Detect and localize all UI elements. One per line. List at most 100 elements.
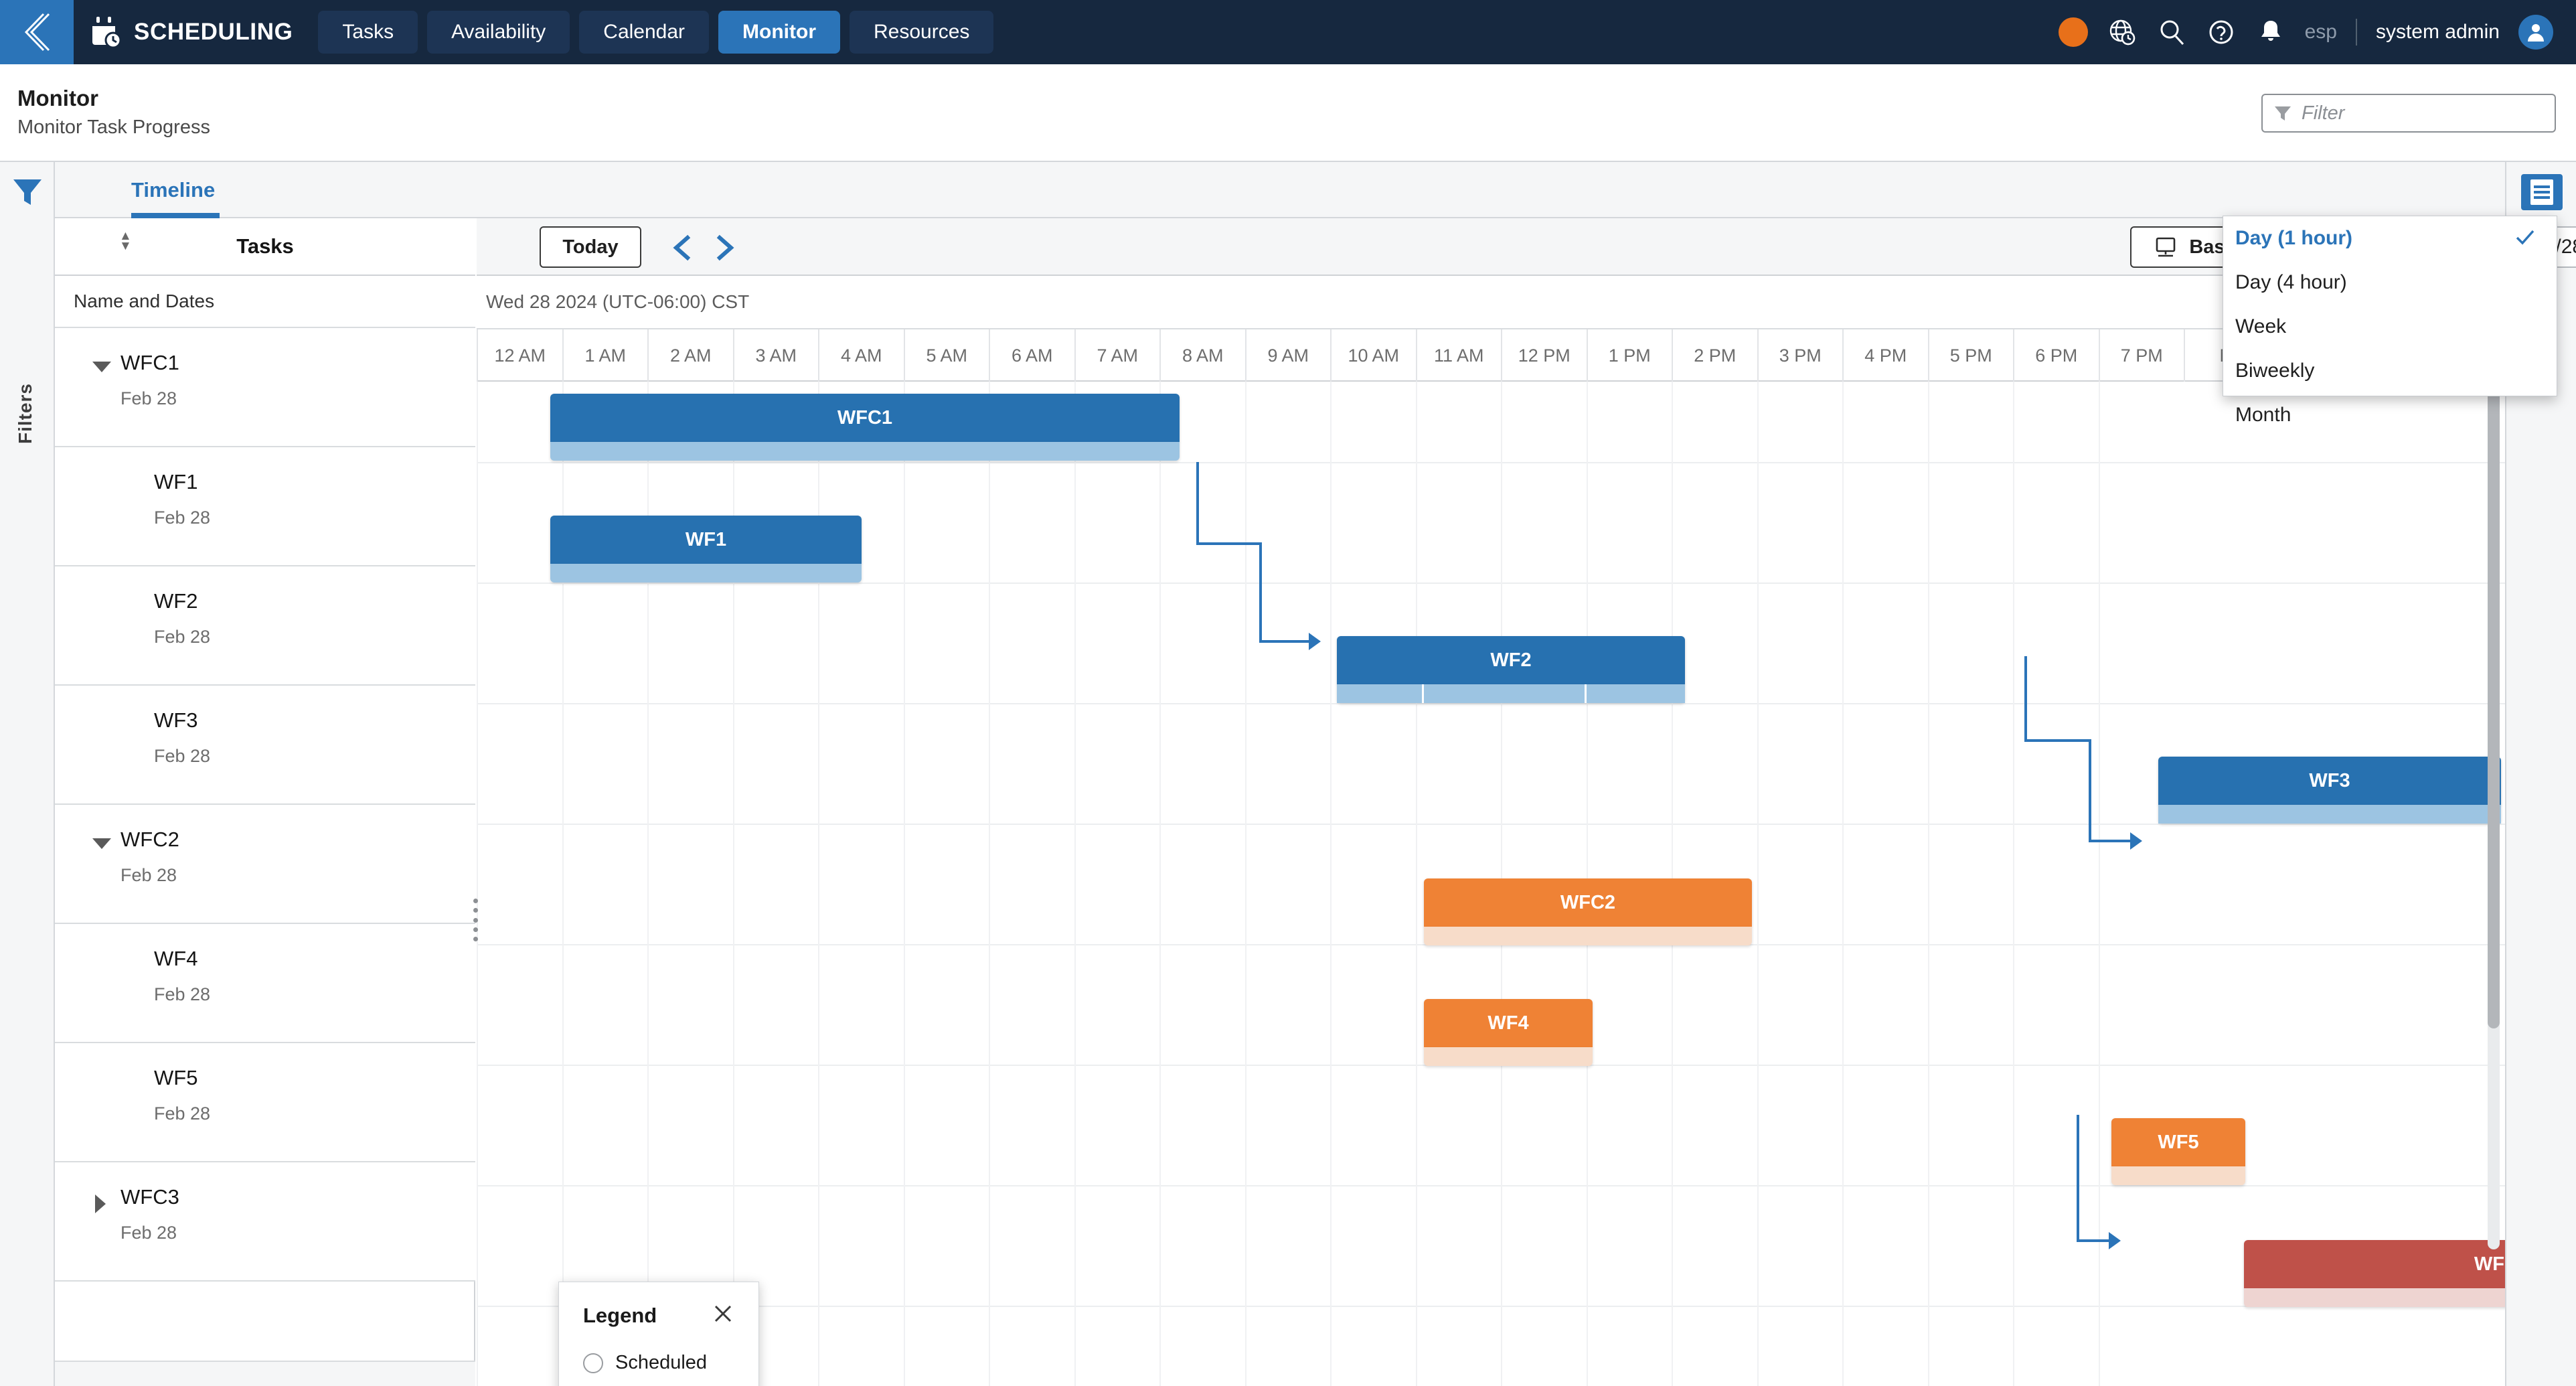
close-icon[interactable] — [712, 1302, 734, 1325]
filter-input[interactable]: Filter — [2261, 94, 2556, 133]
dependency-connector — [2024, 656, 2158, 857]
task-name: WFC3 — [120, 1185, 179, 1209]
nav-tab-resources[interactable]: Resources — [850, 11, 994, 54]
dropdown-option-day-1-hour[interactable]: Day (1 hour) — [2223, 216, 2557, 260]
panel-right-icon — [2530, 179, 2553, 205]
arrow-head-icon — [2130, 832, 2142, 850]
gantt-bar-wf2[interactable]: WF2 — [1337, 636, 1685, 684]
table-row[interactable]: WF1 Feb 28 — [55, 447, 475, 566]
dropdown-option-day-4-hour[interactable]: Day (4 hour) — [2223, 260, 2557, 305]
legend-swatch — [583, 1353, 603, 1373]
chevron-down-icon[interactable] — [92, 838, 111, 849]
help-icon[interactable] — [2206, 17, 2237, 48]
table-row[interactable]: WF4 Feb 28 — [55, 924, 475, 1043]
gantt-bar-label: WF4 — [1487, 1012, 1529, 1034]
timeline-vertical-scrollbar[interactable] — [2488, 386, 2500, 1249]
dropdown-option-label: Week — [2235, 315, 2287, 337]
top-navigation-bar: SCHEDULING Tasks Availability Calendar M… — [0, 0, 2576, 64]
nav-tab-monitor[interactable]: Monitor — [718, 11, 840, 54]
chevron-left-icon — [24, 13, 50, 52]
table-row[interactable]: WFC3 Feb 28 — [55, 1162, 475, 1282]
table-row[interactable]: WF3 Feb 28 — [55, 686, 475, 805]
table-row[interactable]: WF2 Feb 28 — [55, 566, 475, 686]
dropdown-option-week[interactable]: Week — [2223, 305, 2557, 349]
avatar[interactable] — [2518, 15, 2553, 50]
language-selector[interactable]: esp — [2305, 21, 2337, 44]
pane-resize-handle[interactable] — [470, 899, 481, 941]
gantt-bar-wfc3[interactable]: WFC3 — [2244, 1240, 2505, 1288]
row-separator — [477, 583, 2505, 584]
gantt-bar-wf4[interactable]: WF4 — [1424, 999, 1593, 1047]
sort-toggle[interactable]: ▲ ▼ — [119, 230, 132, 252]
today-button[interactable]: Today — [540, 226, 641, 268]
status-dot-icon[interactable] — [2058, 17, 2088, 47]
gantt-bar-wfc1[interactable]: WFC1 — [550, 394, 1180, 442]
timeline-toolbar: Today Baseline — [477, 218, 2576, 276]
task-name: WF4 — [154, 947, 198, 970]
task-name: WFC1 — [120, 351, 179, 374]
tab-timeline[interactable]: Timeline — [131, 162, 215, 218]
nav-right-cluster: esp system admin — [2058, 15, 2576, 50]
notification-bell-icon[interactable] — [2255, 17, 2286, 48]
gantt-bar-label: WF3 — [2309, 769, 2350, 791]
check-icon — [2516, 230, 2534, 245]
arrow-head-icon — [2109, 1232, 2121, 1249]
gantt-bar-wf1[interactable]: WF1 — [550, 516, 862, 564]
grid-line — [1927, 382, 1929, 1386]
prev-period-button[interactable] — [667, 232, 699, 264]
scrollbar-thumb[interactable] — [2488, 386, 2500, 1028]
gantt-progress-wfc1 — [550, 442, 1180, 461]
task-list-header: ▲ ▼ Tasks — [55, 218, 475, 276]
gantt-bar-wfc2[interactable]: WFC2 — [1424, 878, 1752, 927]
back-button[interactable] — [0, 0, 74, 64]
nav-tab-availability[interactable]: Availability — [427, 11, 570, 54]
next-period-button[interactable] — [708, 232, 740, 264]
dropdown-option-label: Biweekly — [2235, 360, 2315, 382]
gantt-progress-wf3 — [2158, 805, 2501, 824]
timeline-date-label: Wed 28 2024 (UTC-06:00) CST — [486, 291, 750, 312]
gantt-bar-label: WF1 — [685, 528, 727, 550]
main-panel: Timeline ▲ ▼ Tasks Name and Dates WFC1 F… — [55, 162, 2576, 1386]
table-row[interactable]: WF5 Feb 28 — [55, 1043, 475, 1162]
task-column-header[interactable]: Name and Dates — [55, 276, 475, 328]
hour-tick-label: 4 PM — [1842, 329, 1928, 382]
task-date: Feb 28 — [154, 508, 211, 528]
legend-item-scheduled[interactable]: Scheduled — [583, 1352, 707, 1374]
hour-tick-label: 10 AM — [1330, 329, 1416, 382]
globe-clock-icon[interactable] — [2107, 17, 2138, 48]
grid-line — [903, 382, 905, 1386]
tab-strip: Timeline — [55, 162, 2505, 218]
task-name: WFC2 — [120, 828, 179, 851]
hour-tick-label: 2 PM — [1672, 329, 1757, 382]
grid-line — [2013, 382, 2014, 1386]
gantt-progress-wf1 — [550, 564, 862, 583]
funnel-icon[interactable] — [11, 175, 44, 209]
chevron-down-icon[interactable] — [92, 362, 111, 372]
brand-title: SCHEDULING — [134, 19, 293, 45]
dropdown-option-biweekly[interactable]: Biweekly — [2223, 349, 2557, 393]
task-column-header-label: Name and Dates — [74, 291, 215, 311]
nav-tab-calendar[interactable]: Calendar — [579, 11, 710, 54]
task-date: Feb 28 — [154, 746, 211, 766]
nav-tab-tasks[interactable]: Tasks — [318, 11, 418, 54]
table-row[interactable]: WFC2 Feb 28 — [55, 805, 475, 924]
gantt-progress-wf2 — [1337, 684, 1685, 703]
row-separator — [477, 1185, 2505, 1186]
hour-tick-label: 3 AM — [732, 329, 819, 382]
gantt-bar-wf3[interactable]: WF3 — [2158, 757, 2501, 805]
chevron-right-icon[interactable] — [95, 1195, 106, 1213]
hour-tick-label: 5 PM — [1927, 329, 2014, 382]
task-date: Feb 28 — [120, 388, 177, 408]
hour-tick-label: 9 AM — [1244, 329, 1331, 382]
funnel-icon — [2275, 106, 2291, 121]
dropdown-option-month[interactable]: Month — [2223, 393, 2557, 437]
page-subtitle: Monitor Task Progress — [17, 117, 210, 138]
hour-tick-label: 11 AM — [1415, 329, 1502, 382]
brand: SCHEDULING — [74, 15, 310, 49]
table-row[interactable]: WFC1 Feb 28 — [55, 328, 475, 447]
hour-tick-label: 12 PM — [1501, 329, 1587, 382]
hour-tick-label: 7 PM — [2098, 329, 2184, 382]
search-icon[interactable] — [2156, 17, 2187, 48]
inspector-toggle-button[interactable] — [2521, 174, 2563, 210]
hour-tick-label: 8 AM — [1159, 329, 1245, 382]
